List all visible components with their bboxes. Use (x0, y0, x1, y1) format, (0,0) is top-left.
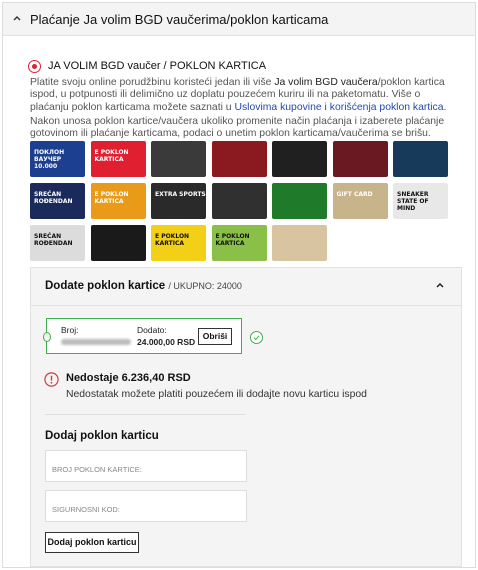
card-number-label: Broj: (61, 325, 79, 335)
gift-card-thumbnail: E POKLON KARTICA (151, 225, 206, 261)
gift-card-thumbnail-text: SNEAKER STATE OF MIND (397, 191, 429, 212)
added-amount-value: 24.000,00 RSD (137, 337, 196, 347)
added-cards-title: Dodate poklon kartice / UKUPNO: 24000 (45, 280, 242, 292)
card-notch (43, 332, 51, 342)
gift-card-thumbnail-text: EXTRA SPORTS (155, 191, 206, 198)
gift-card-thumbnail: ПОКЛОН ВАУЧЕР 10.000 (30, 141, 85, 177)
gift-card-thumbnail (211, 141, 267, 177)
description-end: . (443, 101, 447, 113)
gift-card-thumbnail (90, 225, 146, 261)
gift-card-thumbnail-text: GIFT CARD (336, 191, 373, 198)
gift-card-thumbnail-text: E POKLON KARTICA (94, 191, 129, 205)
missing-amount: Nedostaje 6.236,40 RSD (66, 372, 191, 384)
gift-card-thumbnail (272, 183, 327, 219)
card-number-masked (61, 339, 131, 345)
payment-description: Platite svoju online porudžbinu koristeć… (30, 77, 455, 114)
card-number-input[interactable] (46, 451, 246, 481)
panel-title: Plaćanje Ja volim BGD vaučerima/poklon k… (30, 12, 329, 27)
gift-card-thumbnail (272, 225, 327, 261)
alert-circle-icon (44, 372, 59, 387)
added-cards-title-text: Dodate poklon kartice (45, 280, 166, 292)
description-bold: Ja volim BGD vaučera (274, 77, 378, 88)
terms-link[interactable]: Uslovima kupovine i korišćenja poklon ka… (234, 102, 443, 113)
payment-option-label[interactable]: JA VOLIM BGD vaučer / POKLON KARTICA (48, 60, 266, 72)
gift-card-thumbnail: E POKLON KARTICA (90, 183, 146, 219)
payment-note: Nakon unosa poklon kartice/vaučera ukoli… (30, 116, 445, 140)
gift-card-thumbnail (151, 141, 206, 177)
gift-card-radio[interactable] (28, 60, 41, 73)
card-number-field[interactable] (45, 450, 247, 482)
added-card-item: Broj: Dodato: 24.000,00 RSD Obriši (43, 318, 263, 354)
description-text-a: Platite svoju online porudžbinu koristeć… (30, 77, 275, 88)
gift-card-thumbnail: SREĆAN ROĐENDAN (30, 225, 85, 261)
gift-card-thumbnail-text: E POKLON KARTICA (94, 149, 129, 163)
add-card-title: Dodaj poklon karticu (45, 430, 159, 442)
added-amount-label: Dodato: (137, 325, 167, 335)
remove-card-button[interactable]: Obriši (198, 328, 232, 345)
gift-card-thumbnail (211, 183, 267, 219)
gift-card-thumbnail-text: SREĆAN ROĐENDAN (34, 191, 73, 205)
chevron-up-icon[interactable] (435, 280, 445, 290)
add-card-button[interactable]: Dodaj poklon karticu (45, 532, 139, 553)
gift-card-thumbnail (332, 141, 388, 177)
gift-card-thumbnail: E POKLON KARTICA (90, 141, 146, 177)
security-code-input[interactable] (46, 491, 246, 521)
gift-card-thumbnail: SREĆAN ROĐENDAN (30, 183, 85, 219)
gift-card-thumbnail-text: E POKLON KARTICA (215, 233, 250, 247)
missing-description: Nedostatak možete platiti pouzećem ili d… (66, 389, 367, 400)
gift-card-thumbnail-text: SREĆAN ROĐENDAN (34, 233, 73, 247)
gift-card-thumbnail-text: ПОКЛОН ВАУЧЕР 10.000 (34, 149, 65, 170)
divider (45, 414, 245, 415)
added-cards-header[interactable]: Dodate poklon kartice / UKUPNO: 24000 (31, 268, 461, 306)
panel-header[interactable]: Plaćanje Ja volim BGD vaučerima/poklon k… (3, 3, 475, 36)
gift-card-thumbnail: GIFT CARD (332, 183, 388, 219)
added-cards-total: / UKUPNO: 24000 (168, 281, 242, 291)
check-circle-icon (250, 331, 263, 344)
gift-card-thumbnail (393, 141, 448, 177)
chevron-up-icon[interactable] (11, 12, 23, 24)
gift-card-thumbnail: SNEAKER STATE OF MIND (393, 183, 448, 219)
gift-card-thumbnail (272, 141, 327, 177)
added-cards-section: Dodate poklon kartice / UKUPNO: 24000 Br… (30, 267, 462, 567)
gift-card-thumbnail: E POKLON KARTICA (211, 225, 267, 261)
gift-card-thumbnail: EXTRA SPORTS (151, 183, 206, 219)
gift-card-thumbnail-text: E POKLON KARTICA (155, 233, 190, 247)
security-code-field[interactable] (45, 490, 247, 522)
